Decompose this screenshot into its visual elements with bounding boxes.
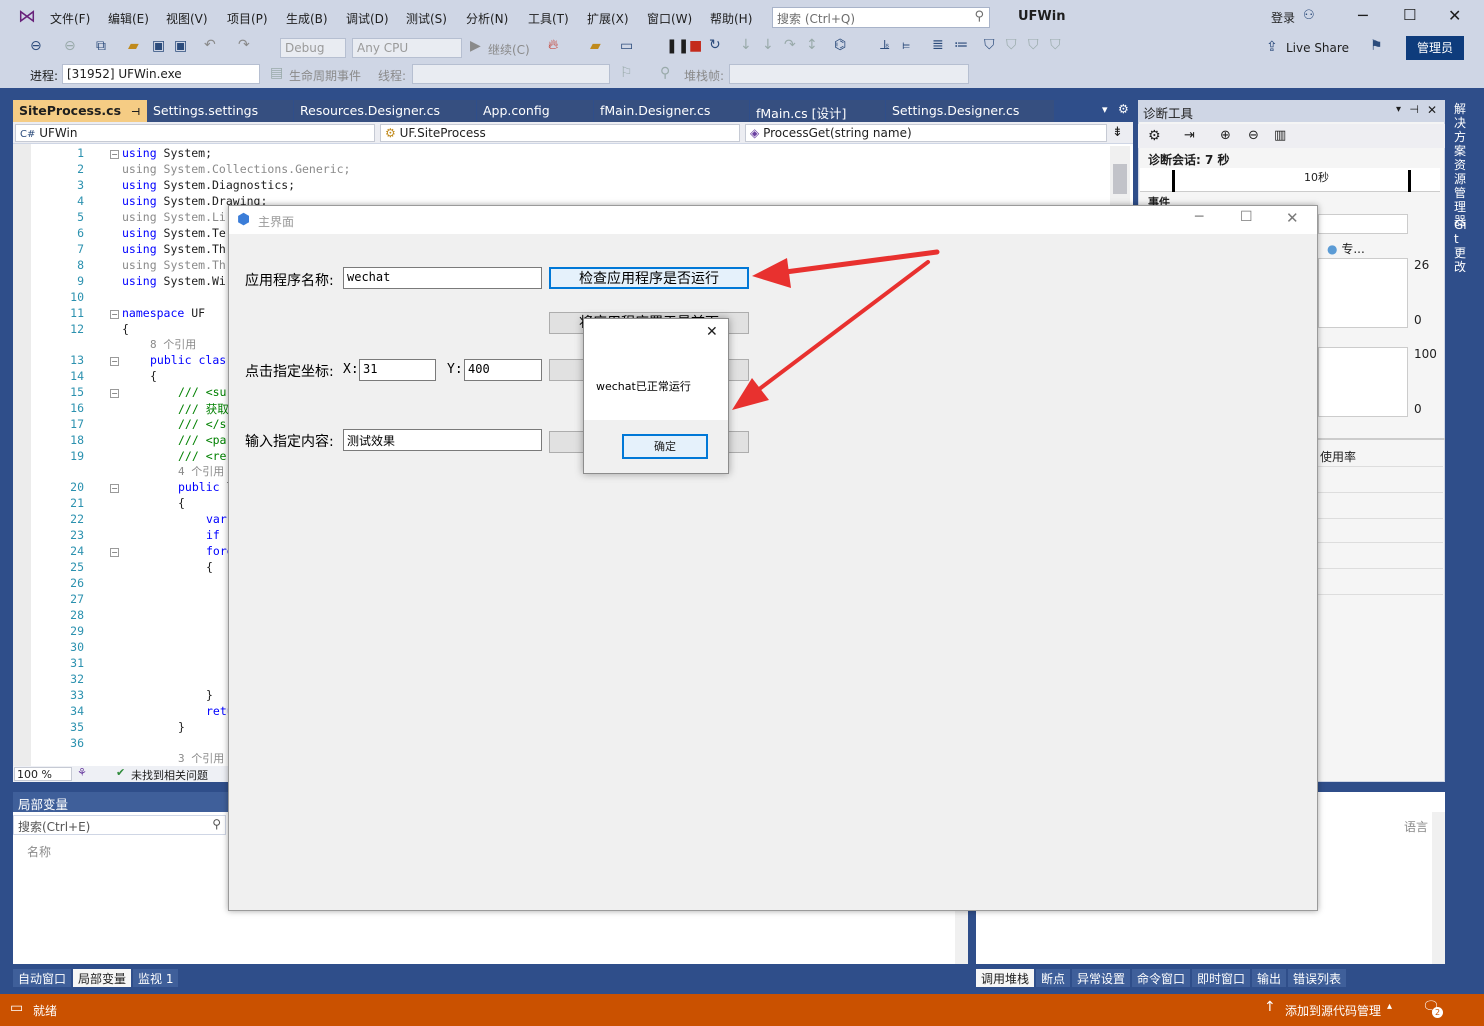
- annotation-arrows: [732, 249, 940, 410]
- annotation-arrow: [752, 249, 940, 288]
- annotation-arrow: [732, 260, 930, 410]
